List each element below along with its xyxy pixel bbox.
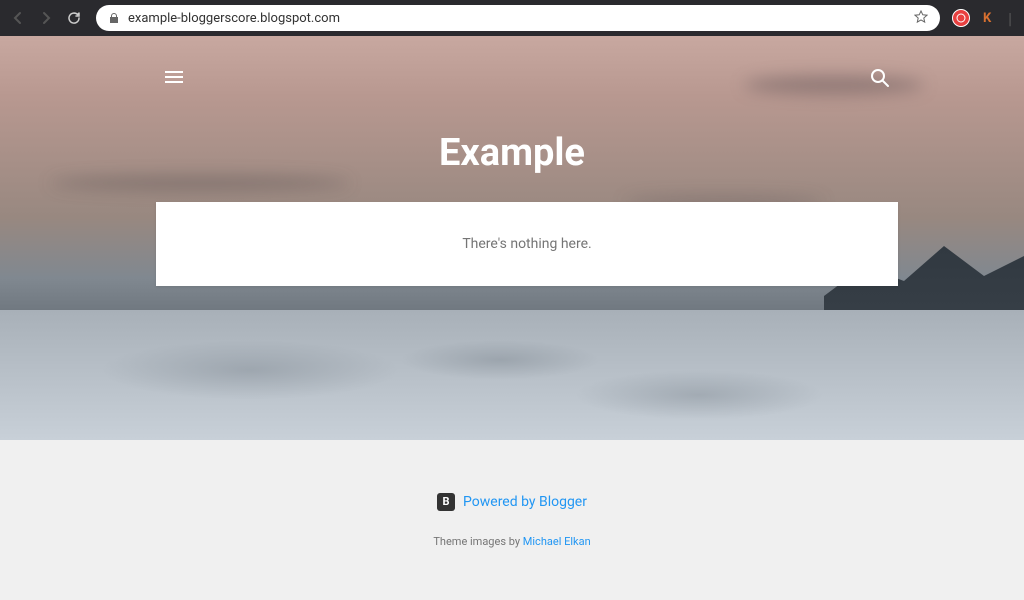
footer: B Powered by Blogger Theme images by Mic… [0,440,1024,600]
search-icon [870,68,890,88]
search-button[interactable] [870,68,894,92]
theme-credit-prefix: Theme images by [433,535,522,548]
extension-icon-1[interactable] [952,9,970,27]
content-card: There's nothing here. [156,202,898,286]
reload-button[interactable] [64,8,84,28]
theme-credit: Theme images by Michael Elkan [433,535,590,548]
forward-button[interactable] [36,8,56,28]
menu-button[interactable] [162,68,186,92]
cloud-decoration [50,176,350,190]
hamburger-icon [165,71,183,73]
dunes-decoration [0,310,1024,440]
powered-by-row: B Powered by Blogger [437,493,587,511]
url-text: example-bloggerscore.blogspot.com [128,11,906,26]
theme-author-link[interactable]: Michael Elkan [523,535,591,548]
lock-icon [108,9,120,28]
blogger-icon: B [437,493,455,511]
empty-message: There's nothing here. [462,236,591,252]
back-button[interactable] [8,8,28,28]
cloud-decoration [744,76,924,94]
powered-by-link[interactable]: Powered by Blogger [463,494,587,510]
toolbar-divider: | [1008,9,1012,28]
address-bar[interactable]: example-bloggerscore.blogspot.com [96,5,940,31]
bookmark-star-icon[interactable] [914,9,928,28]
browser-toolbar: example-bloggerscore.blogspot.com K | [0,0,1024,36]
extension-icon-2[interactable]: K [978,9,996,27]
blog-title[interactable]: Example [0,131,1024,175]
hero-section: Example There's nothing here. [0,36,1024,440]
